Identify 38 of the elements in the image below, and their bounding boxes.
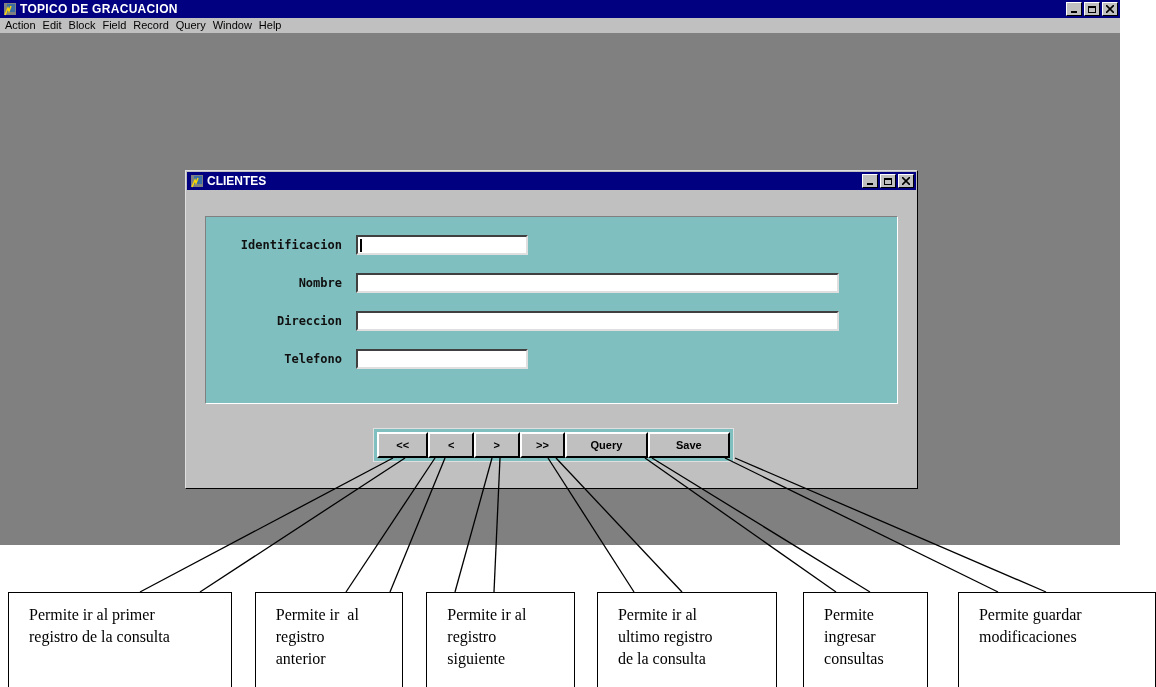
nav-button[interactable]: > [474, 432, 520, 458]
callout-box: Permite ir al ultimo registro de la consulta [596, 592, 778, 687]
input-field[interactable] [356, 349, 528, 369]
minimize-icon[interactable] [862, 174, 878, 188]
input-field[interactable] [356, 311, 839, 331]
nav-button[interactable]: Query [565, 432, 648, 458]
menu-item[interactable]: Action [5, 17, 36, 34]
close-icon[interactable] [1102, 2, 1118, 16]
minimize-icon[interactable] [1066, 2, 1082, 16]
menu-item[interactable]: Help [258, 17, 282, 34]
field-label: Nombre [297, 275, 343, 292]
maximize-icon[interactable] [880, 174, 896, 188]
callout-box: Permite ingresar consultas [803, 592, 928, 687]
nav-button[interactable]: Save [647, 432, 730, 458]
app-icon [3, 2, 17, 16]
callout-box: Permite guardar modificaciones [957, 592, 1156, 687]
callout-box: Permite ir al registro siguiente [426, 592, 575, 687]
nav-button[interactable]: >> [519, 432, 566, 458]
field-label: Direccion [275, 313, 343, 330]
callout-box: Permite ir al registro anterior [254, 592, 404, 687]
callout-box: Permite ir al primer registro de la consulta [8, 592, 232, 687]
menu-item[interactable]: Record [133, 17, 169, 34]
close-icon[interactable] [898, 174, 914, 188]
form-title: CLIENTES [207, 173, 267, 190]
field-label: Telefono [283, 351, 343, 368]
window-title: TOPICO DE GRACUACION [20, 1, 178, 18]
menu-item[interactable]: Query [175, 17, 206, 34]
input-field[interactable] [356, 235, 528, 255]
field-label: Identificacion [239, 237, 343, 254]
nav-button[interactable]: << [377, 432, 429, 458]
app-icon [190, 174, 204, 188]
menu-item[interactable]: Window [212, 17, 252, 34]
menu-item[interactable]: Field [102, 17, 127, 34]
maximize-icon[interactable] [1084, 2, 1100, 16]
menu-item[interactable]: Block [68, 17, 96, 34]
nav-button[interactable]: < [428, 432, 475, 458]
input-field[interactable] [356, 273, 839, 293]
menu-item[interactable]: Edit [42, 17, 62, 34]
